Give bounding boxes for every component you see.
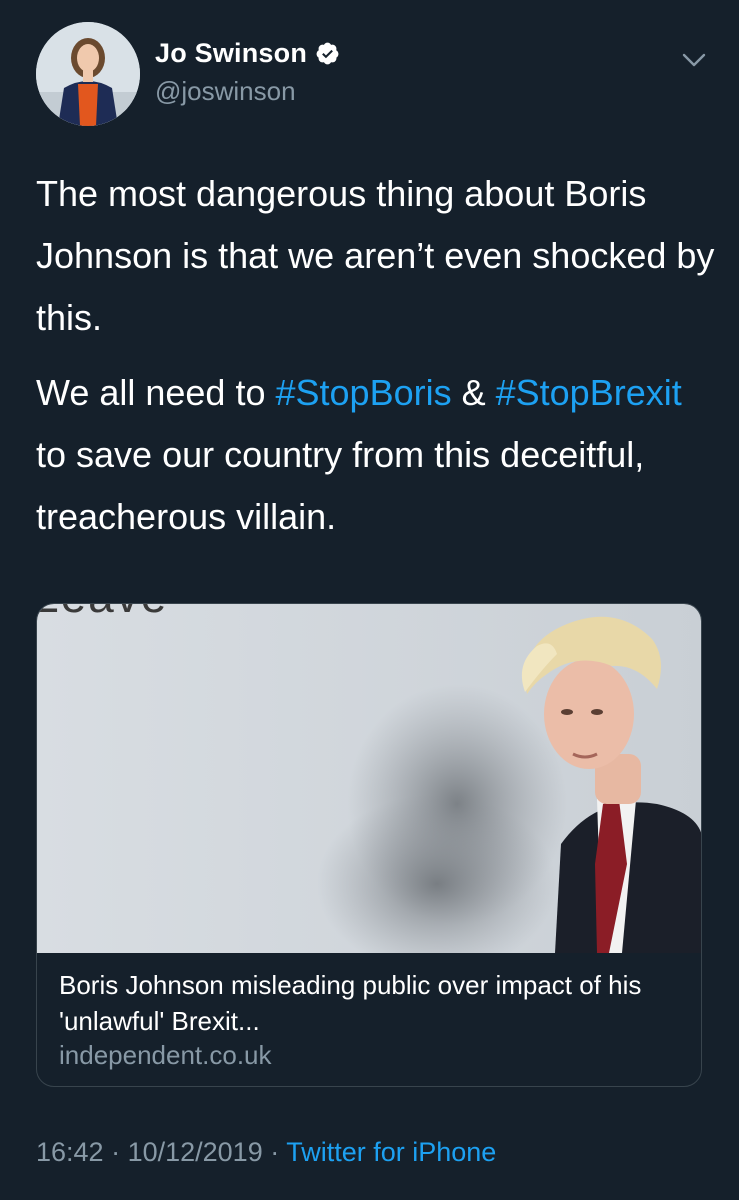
chevron-down-icon[interactable] — [680, 48, 708, 72]
image-sign-text: Leave — [37, 604, 168, 622]
link-preview-domain: independent.co.uk — [59, 1040, 272, 1070]
hashtag-stopboris-link[interactable]: #StopBoris — [275, 372, 451, 413]
author-name-row[interactable]: Jo Swinson — [155, 38, 340, 69]
link-preview-card[interactable]: Leave Boris Johnson mi — [36, 603, 702, 1087]
tweet-time[interactable]: 16:42 — [36, 1137, 104, 1167]
tweet-text-segment: & — [451, 372, 496, 413]
link-preview-title: Boris Johnson misleading public over imp… — [59, 970, 642, 1036]
tweet-text-segment: to save our country from this deceitful,… — [36, 434, 645, 537]
tweet-date[interactable]: 10/12/2019 — [128, 1137, 263, 1167]
hashtag-stopbrexit-link[interactable]: #StopBrexit — [496, 372, 682, 413]
avatar-photo — [36, 22, 140, 126]
tweet-source-link[interactable]: Twitter for iPhone — [286, 1137, 496, 1167]
tweet-text-paragraph-1: The most dangerous thing about Boris Joh… — [36, 173, 715, 338]
tweet-metadata: 16:42 · 10/12/2019 · Twitter for iPhone — [36, 1137, 496, 1168]
tweet-text-paragraph-2: We all need to #StopBoris & #StopBrexit … — [36, 362, 716, 548]
link-preview-image: Leave — [37, 604, 701, 953]
tweet: Jo Swinson @joswinson The most dangerous… — [0, 0, 739, 1200]
avatar[interactable] — [36, 22, 140, 126]
meta-separator: · — [262, 1137, 287, 1167]
verified-badge-icon — [316, 42, 339, 65]
display-name[interactable]: Jo Swinson — [155, 38, 307, 69]
boris-johnson-photo: Leave — [37, 604, 701, 953]
author-handle[interactable]: @joswinson — [155, 76, 296, 107]
tweet-text-segment: We all need to — [36, 372, 276, 413]
meta-separator: · — [103, 1137, 128, 1167]
